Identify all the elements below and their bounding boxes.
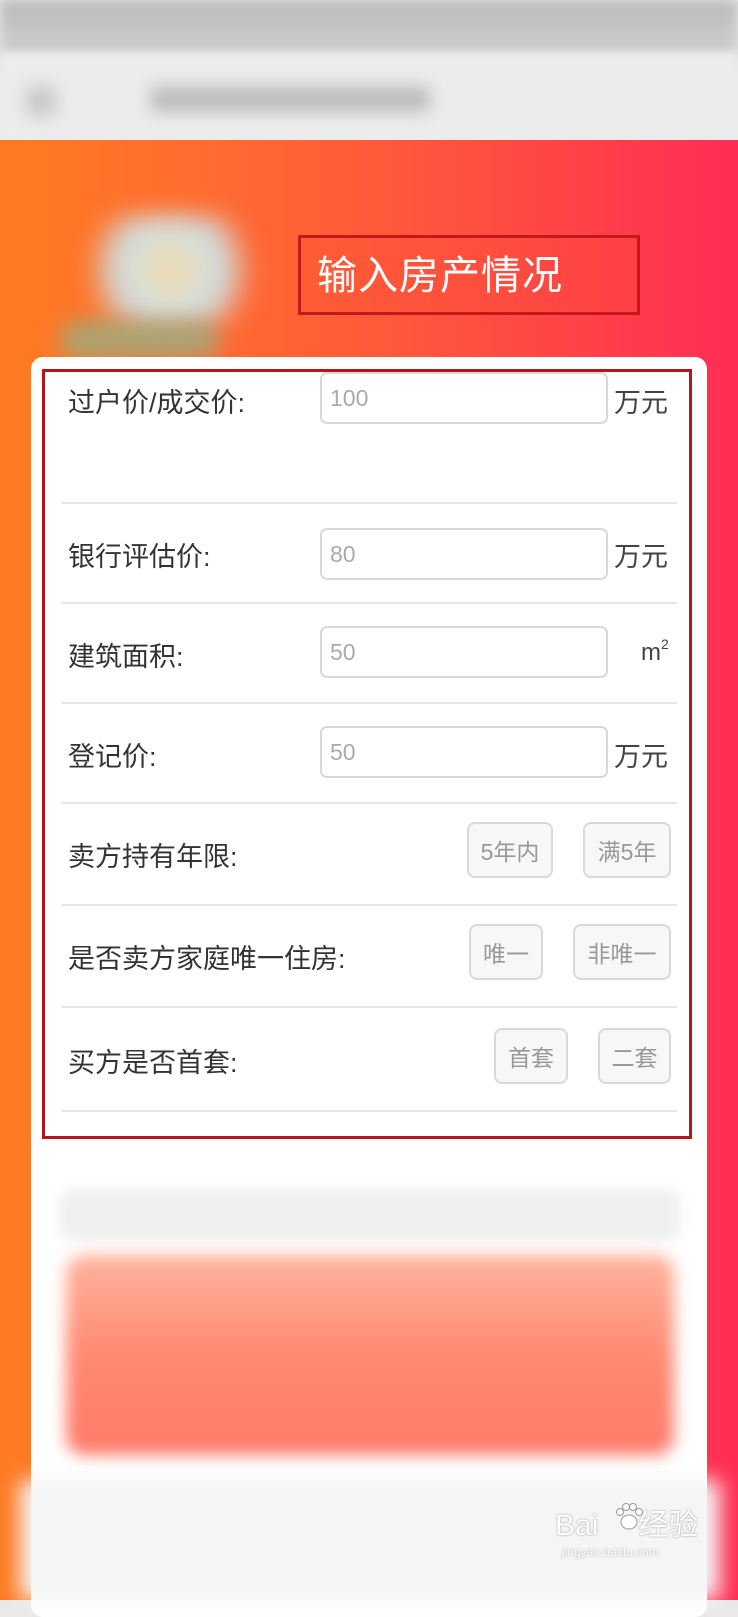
banner-illustration — [70, 215, 270, 325]
back-icon[interactable] — [26, 86, 56, 116]
calculate-button-blurred[interactable] — [66, 1255, 674, 1455]
banner-illustration-base — [60, 320, 220, 360]
watermark-text2: 经验 — [638, 1509, 699, 1542]
watermark-url: jingyan.baidu.com — [562, 1545, 659, 1559]
watermark-logo: Bai 经验 — [555, 1500, 698, 1544]
form-annotation-box — [42, 369, 692, 1139]
watermark-text: Bai — [555, 1509, 599, 1542]
nav-title-blurred — [150, 86, 430, 112]
status-bar — [0, 0, 738, 60]
page-title: 输入房产情况 — [317, 254, 563, 298]
title-annotation-box: 输入房产情况 — [298, 235, 640, 315]
blurred-content-line — [60, 1190, 680, 1240]
